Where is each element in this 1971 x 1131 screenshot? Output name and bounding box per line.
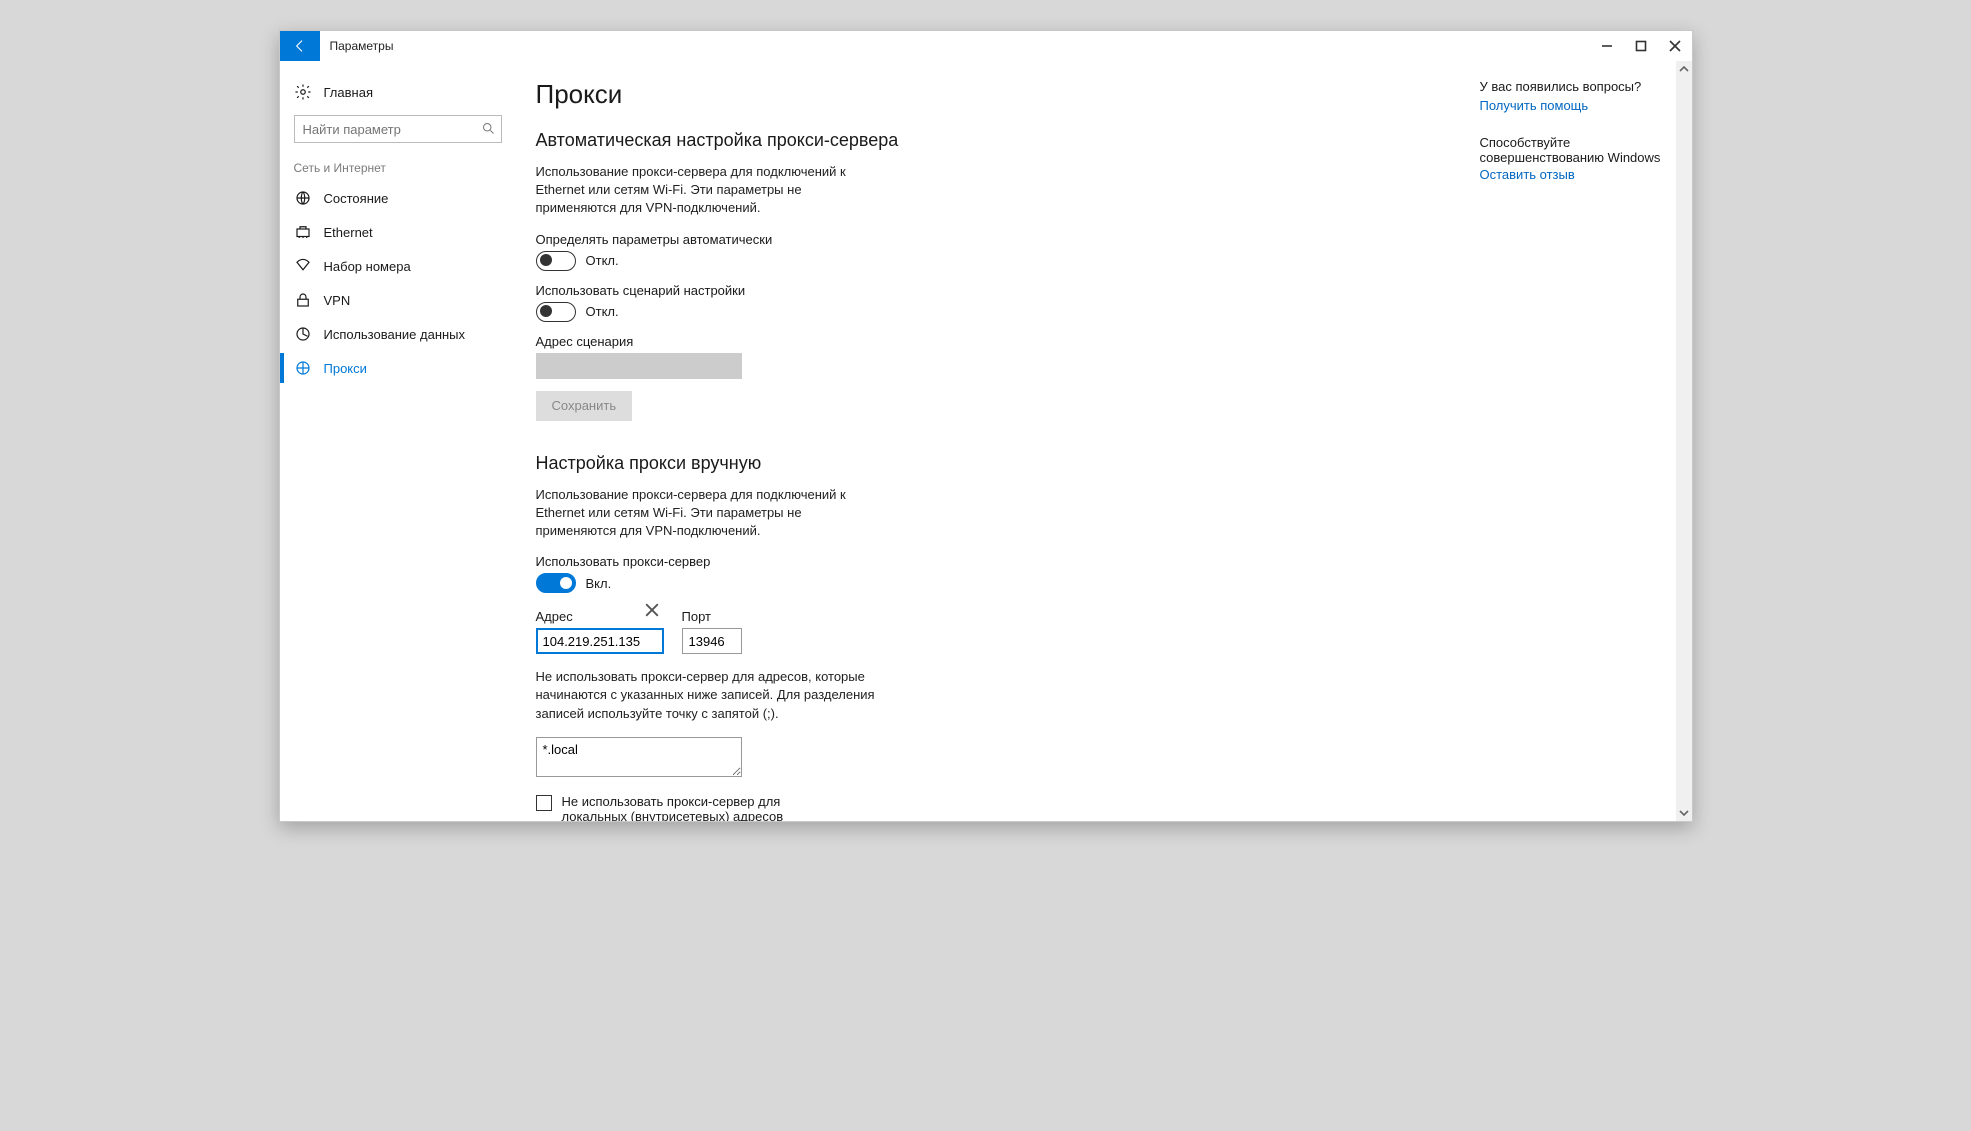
manual-heading: Настройка прокси вручную (536, 453, 1672, 474)
auto-script-label: Использовать сценарий настройки (536, 283, 1672, 298)
auto-detect-label: Определять параметры автоматически (536, 232, 1672, 247)
sidebar-item-label: Использование данных (324, 327, 466, 342)
vpn-icon (294, 291, 312, 309)
auto-script-state: Откл. (586, 304, 619, 319)
clear-input-icon[interactable] (645, 603, 659, 617)
auto-script-toggle[interactable] (536, 302, 576, 322)
script-address-label: Адрес сценария (536, 334, 1672, 349)
auto-detect-toggle[interactable] (536, 251, 576, 271)
sidebar: Главная Сеть и Интернет Состояние Ethern… (280, 61, 516, 821)
sidebar-item-status[interactable]: Состояние (280, 181, 516, 215)
sidebar-item-vpn[interactable]: VPN (280, 283, 516, 317)
local-bypass-checkbox[interactable] (536, 795, 552, 811)
main-content: Прокси Автоматическая настройка прокси-с… (516, 61, 1692, 821)
scrollbar[interactable] (1676, 61, 1692, 821)
bypass-desc: Не использовать прокси-сервер для адресо… (536, 668, 876, 723)
sidebar-item-label: Прокси (324, 361, 367, 376)
minimize-icon (1601, 40, 1613, 52)
manual-desc: Использование прокси-сервера для подключ… (536, 486, 856, 541)
sidebar-item-label: VPN (324, 293, 351, 308)
search-input[interactable] (294, 115, 502, 143)
settings-window: Параметры Главная (279, 30, 1693, 822)
use-proxy-toggle[interactable] (536, 573, 576, 593)
search-icon (481, 121, 496, 136)
dialup-icon (294, 257, 312, 275)
minimize-button[interactable] (1590, 31, 1624, 61)
network-status-icon (294, 189, 312, 207)
auto-save-button: Сохранить (536, 391, 633, 421)
arrow-left-icon (292, 38, 308, 54)
proxy-address-input[interactable] (536, 628, 664, 654)
local-bypass-label: Не использовать прокси-сервер для локаль… (562, 794, 846, 821)
maximize-button[interactable] (1624, 31, 1658, 61)
proxy-port-input[interactable] (682, 628, 742, 654)
sidebar-home-label: Главная (324, 85, 373, 100)
ethernet-icon (294, 223, 312, 241)
auto-desc: Использование прокси-сервера для подключ… (536, 163, 856, 218)
sidebar-item-label: Набор номера (324, 259, 411, 274)
improve-text-1: Способствуйте (1480, 135, 1670, 150)
close-button[interactable] (1658, 31, 1692, 61)
gear-icon (294, 83, 312, 101)
maximize-icon (1635, 40, 1647, 52)
use-proxy-label: Использовать прокси-сервер (536, 554, 1672, 569)
sidebar-item-data-usage[interactable]: Использование данных (280, 317, 516, 351)
sidebar-item-proxy[interactable]: Прокси (280, 351, 516, 385)
improve-text-2: совершенствованию Windows (1480, 150, 1670, 165)
sidebar-item-label: Ethernet (324, 225, 373, 240)
script-address-input (536, 353, 742, 379)
bypass-textarea[interactable]: *.local (536, 737, 742, 777)
sidebar-item-ethernet[interactable]: Ethernet (280, 215, 516, 249)
back-button[interactable] (280, 31, 320, 61)
use-proxy-state: Вкл. (586, 576, 612, 591)
auto-detect-state: Откл. (586, 253, 619, 268)
get-help-link[interactable]: Получить помощь (1480, 98, 1670, 113)
close-icon (1669, 40, 1681, 52)
scroll-up-icon[interactable] (1676, 61, 1692, 77)
titlebar: Параметры (280, 31, 1692, 61)
data-usage-icon (294, 325, 312, 343)
help-pane: У вас появились вопросы? Получить помощь… (1480, 79, 1670, 204)
sidebar-item-dialup[interactable]: Набор номера (280, 249, 516, 283)
scroll-down-icon[interactable] (1676, 805, 1692, 821)
proxy-icon (294, 359, 312, 377)
sidebar-item-label: Состояние (324, 191, 389, 206)
help-question: У вас появились вопросы? (1480, 79, 1670, 94)
window-title: Параметры (320, 31, 394, 61)
sidebar-home[interactable]: Главная (280, 75, 516, 109)
sidebar-group-label: Сеть и Интернет (280, 143, 516, 181)
feedback-link[interactable]: Оставить отзыв (1480, 167, 1670, 182)
port-label: Порт (682, 609, 742, 624)
